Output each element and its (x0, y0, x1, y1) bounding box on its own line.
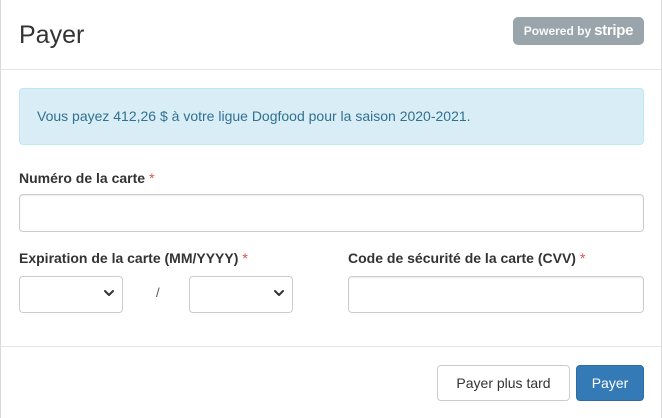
chevron-down-icon (274, 290, 284, 296)
modal-footer: Payer plus tard Payer (1, 346, 661, 418)
required-marker: * (149, 170, 155, 186)
cvv-label: Code de sécurité de la carte (CVV) * (348, 250, 585, 266)
cvv-input[interactable] (348, 276, 644, 313)
chevron-down-icon (104, 290, 114, 296)
pay-button[interactable]: Payer (576, 365, 644, 401)
required-marker: * (242, 250, 248, 266)
card-number-label: Numéro de la carte * (19, 170, 155, 186)
pay-later-button[interactable]: Payer plus tard (437, 365, 570, 401)
payment-info-alert: Vous payez 412,26 $ à votre ligue Dogfoo… (19, 88, 644, 145)
card-number-label-text: Numéro de la carte (19, 170, 146, 186)
expiration-month-select[interactable] (19, 276, 123, 313)
powered-by-stripe-badge: Powered by stripe (513, 17, 644, 45)
card-number-input[interactable] (19, 194, 644, 232)
payment-modal: Payer Powered by stripe Vous payez 412,26… (0, 0, 662, 418)
modal-header: Payer Powered by stripe (1, 0, 661, 70)
modal-title: Payer (19, 21, 85, 49)
expiration-label-text: Expiration de la carte (MM/YYYY) (19, 250, 239, 266)
expiration-year-select[interactable] (189, 276, 293, 313)
required-marker: * (579, 250, 586, 266)
expiration-separator: / (156, 285, 160, 300)
badge-prefix: Powered by (523, 24, 592, 38)
expiration-label: Expiration de la carte (MM/YYYY) * (19, 250, 248, 266)
cvv-label-text: Code de sécurité de la carte (CVV) (348, 250, 576, 266)
stripe-logo: stripe (594, 22, 634, 39)
